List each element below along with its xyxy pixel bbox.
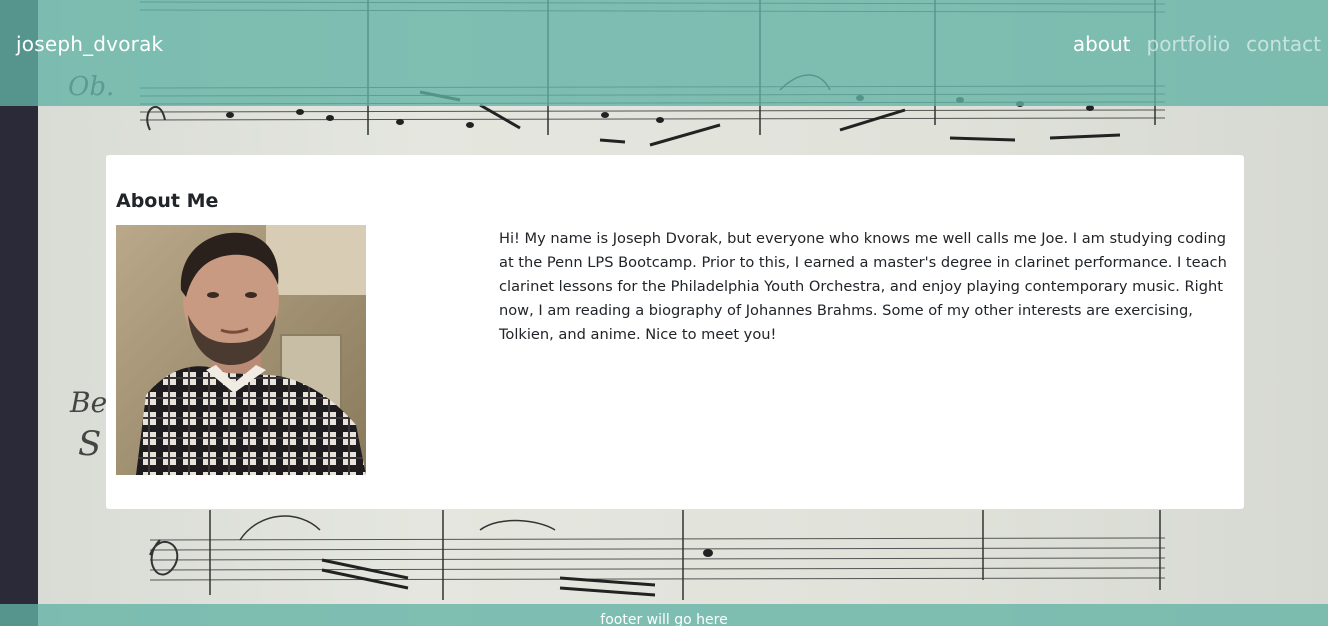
about-card: About Me Hi! My name is Joseph Dvorak, b… (106, 155, 1244, 509)
nav-link-contact[interactable]: contact (1237, 32, 1328, 56)
nav-link-about[interactable]: about (1064, 32, 1138, 56)
nav-links: about portfolio contact (1064, 32, 1328, 56)
nav-link-portfolio[interactable]: portfolio (1138, 32, 1238, 56)
footer: footer will go here (0, 604, 1328, 626)
svg-text:Be: Be (69, 386, 107, 419)
about-title: About Me (116, 190, 219, 212)
brand-link[interactable]: joseph_dvorak (16, 32, 163, 56)
navbar: joseph_dvorak about portfolio contact (0, 0, 1328, 106)
footer-text: footer will go here (600, 612, 728, 626)
about-paragraph: Hi! My name is Joseph Dvorak, but everyo… (499, 230, 1227, 343)
svg-text:S: S (78, 424, 101, 464)
profile-photo (116, 225, 366, 475)
